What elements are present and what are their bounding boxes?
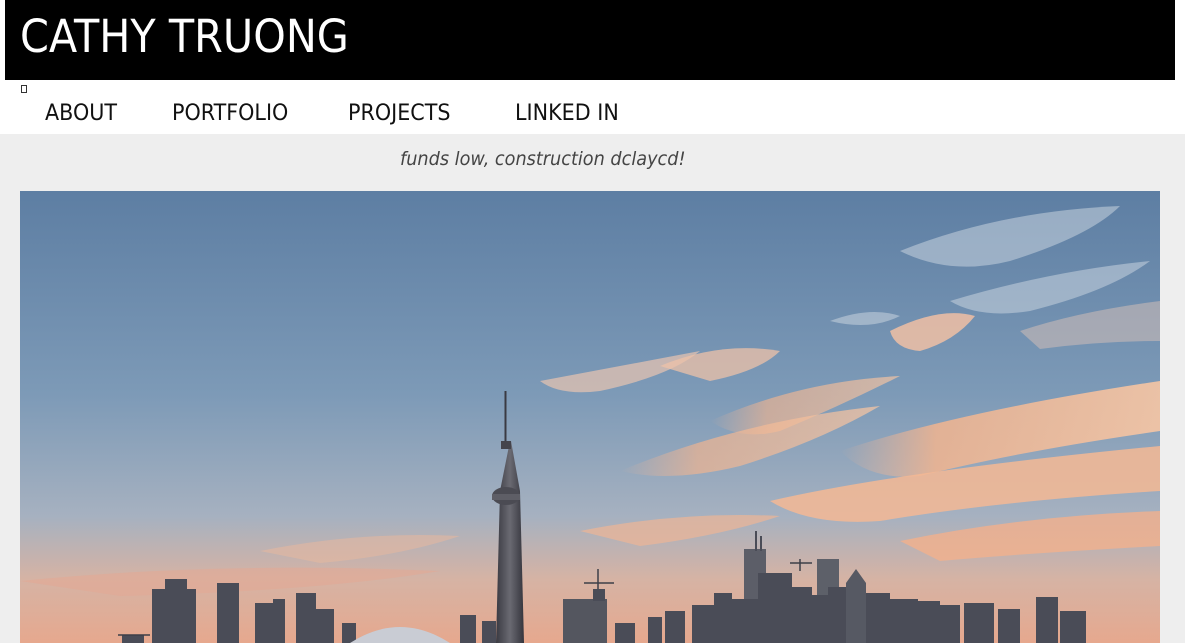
site-title[interactable]: CATHY TRUONG xyxy=(20,14,349,59)
nav-item-about[interactable]: ABOUT xyxy=(45,103,117,125)
nav-item-portfolio[interactable]: PORTFOLIO xyxy=(172,103,288,125)
menu-toggle-icon[interactable] xyxy=(21,85,27,93)
site-tagline: funds low, construction dclaycd! xyxy=(400,148,686,170)
nav-item-projects[interactable]: PROJECTS xyxy=(348,103,450,125)
hero-image xyxy=(20,191,1160,643)
nav-item-linked-in[interactable]: LINKED IN xyxy=(515,103,619,125)
site-header: CATHY TRUONG xyxy=(5,0,1175,80)
